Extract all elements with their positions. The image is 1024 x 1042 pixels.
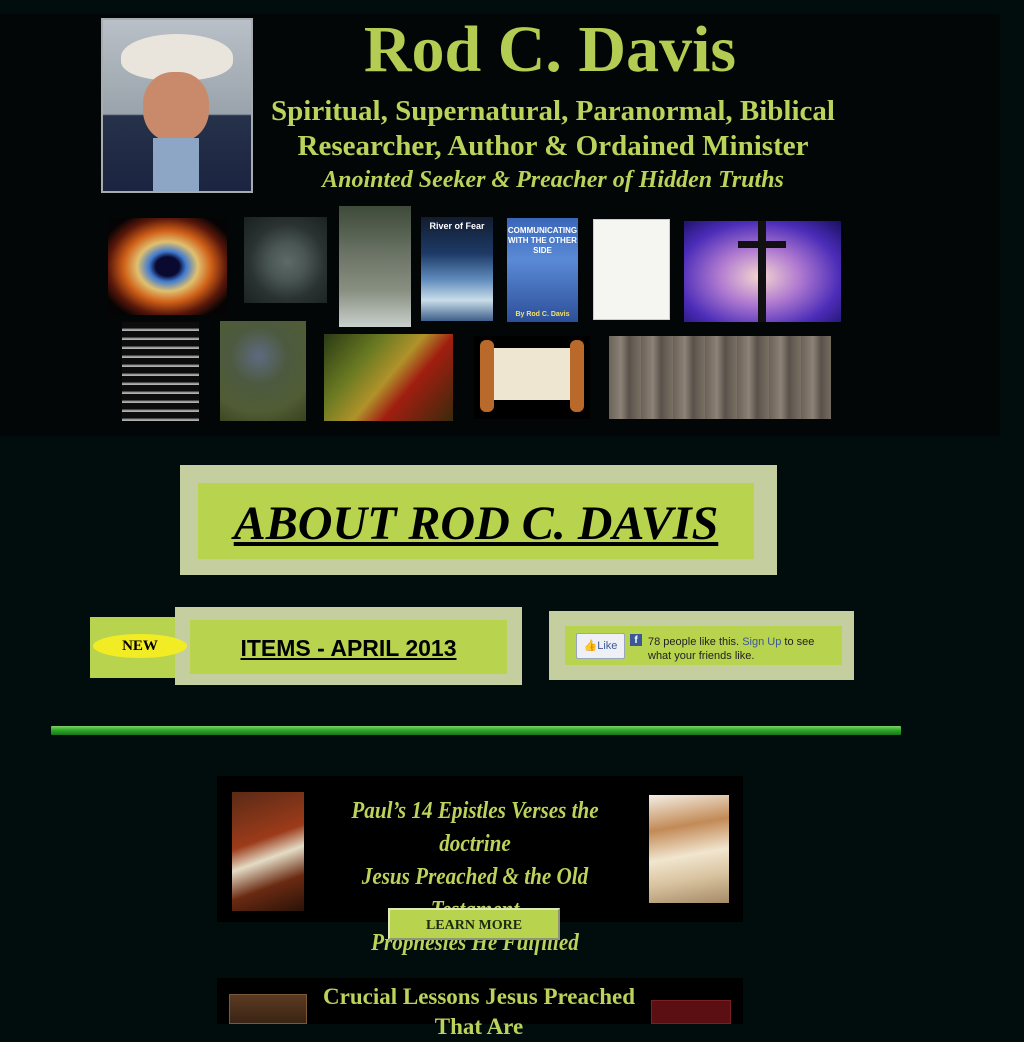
new-badge: NEW [93,634,187,658]
map-document-thumbnail[interactable] [593,219,670,320]
nebula-thumbnail[interactable] [108,218,227,315]
jesus-scroll-image [649,795,729,903]
facebook-like-text: 78 people like this. Sign Up to see what… [648,635,838,663]
facebook-like-button[interactable]: 👍Like [576,633,625,659]
promo1-line-1: Paul’s 14 Epistles Verses the doctrine [351,798,599,857]
promo2-line-1: Crucial Lessons Jesus Preached [323,984,635,1009]
red-bible-image [651,1000,731,1024]
promo2-line-2: That Are [434,1014,524,1039]
learn-more-button[interactable]: LEARN MORE [388,908,560,940]
subtitle-line-1: Spiritual, Supernatural, Paranormal, Bib… [271,95,835,127]
ghost-staircase-thumbnail[interactable] [122,322,199,421]
ghost-figure-thumbnail[interactable] [339,206,411,327]
river-of-fear-title: River of Fear [429,221,485,231]
facebook-icon: f [630,634,642,646]
river-of-fear-book-cover[interactable]: River of Fear [421,217,493,321]
like-count-text: 78 people like this. [648,636,740,648]
thumbs-up-icon: 👍 [583,640,598,652]
ancient-relief-thumbnail[interactable] [609,336,831,419]
author-portrait [101,18,253,193]
soldiers-painting-thumbnail[interactable] [324,334,453,421]
orb-grass-thumbnail[interactable] [220,321,306,421]
communicating-author: By Rod C. Davis [515,311,570,318]
about-link[interactable]: ABOUT ROD C. DAVIS [198,494,754,554]
crucial-lessons-text: Crucial Lessons Jesus Preached That Are [300,982,658,1042]
communicating-book-cover[interactable]: COMMUNICATING WITH THE OTHER SIDE By Rod… [507,218,578,322]
madonna-crucifix-thumbnail[interactable] [684,221,841,322]
communicating-title: COMMUNICATING WITH THE OTHER SIDE [507,226,578,255]
subtitle-line-2: Researcher, Author & Ordained Minister [297,130,809,162]
apostle-paul-image [232,792,304,911]
like-button-label: Like [597,640,618,652]
site-title: Rod C. Davis [363,13,737,86]
section-divider [51,726,901,735]
new-items-link[interactable]: ITEMS - APRIL 2013 [190,633,507,663]
tagline: Anointed Seeker & Preacher of Hidden Tru… [322,167,784,193]
torah-scroll-thumbnail[interactable] [474,336,590,419]
sign-up-link[interactable]: Sign Up [742,636,781,648]
old-book-image [229,994,307,1024]
orb-photo-thumbnail[interactable] [244,217,327,303]
